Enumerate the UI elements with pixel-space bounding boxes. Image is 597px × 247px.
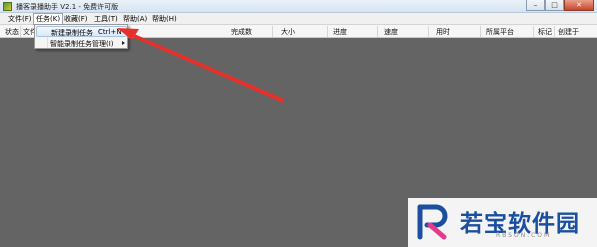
- column-tag[interactable]: 标记: [538, 27, 552, 37]
- close-button[interactable]: ✕: [564, 0, 594, 11]
- menu-help[interactable]: 帮助(H): [150, 14, 179, 24]
- task-dropdown-menu: 新建录制任务 Ctrl+N 智能录制任务管理(I): [34, 24, 128, 49]
- menu-item-new-recording-task[interactable]: 新建录制任务 Ctrl+N: [36, 26, 127, 37]
- maximize-button[interactable]: □: [545, 0, 564, 11]
- column-creator[interactable]: 创建于: [558, 27, 579, 37]
- column-speed[interactable]: 速度: [384, 27, 398, 37]
- column-divider: [480, 26, 481, 37]
- menu-tools[interactable]: 工具(T): [92, 14, 120, 24]
- column-progress[interactable]: 进度: [333, 27, 347, 37]
- minimize-button[interactable]: –: [526, 0, 545, 11]
- column-size[interactable]: 大小: [281, 27, 295, 37]
- menu-file[interactable]: 文件(F): [6, 14, 34, 24]
- watermark: 若宝软件园 RBSON.COM: [408, 198, 597, 247]
- window-controls: – □ ✕: [526, 0, 594, 12]
- title-bar: 播客录播助手 V2.1 - 免费许可版 – □ ✕: [0, 0, 597, 13]
- menu-item-shortcut: Ctrl+N: [98, 28, 122, 36]
- watermark-logo-icon: [417, 204, 448, 240]
- column-divider: [554, 26, 555, 37]
- menu-item-label: 新建录制任务: [51, 29, 93, 37]
- column-status[interactable]: 状态: [5, 27, 19, 37]
- column-platform[interactable]: 所属平台: [486, 27, 514, 37]
- column-divider: [533, 26, 534, 37]
- submenu-arrow-icon: [122, 41, 125, 45]
- menu-item-smart-task-manager[interactable]: 智能录制任务管理(I): [36, 38, 127, 49]
- column-divider: [20, 26, 21, 37]
- column-time[interactable]: 用时: [436, 27, 450, 37]
- menu-favorites[interactable]: 收藏(F): [62, 14, 90, 24]
- column-divider: [272, 26, 273, 37]
- watermark-domain: RBSON.COM: [496, 232, 552, 239]
- column-divider: [327, 26, 328, 37]
- app-icon: [3, 2, 12, 11]
- window-title: 播客录播助手 V2.1 - 免费许可版: [16, 3, 119, 11]
- menu-item-label: 智能录制任务管理(I): [50, 40, 114, 48]
- menu-help-a[interactable]: 帮助(A): [121, 14, 149, 24]
- column-completed[interactable]: 完成数: [231, 27, 252, 37]
- column-divider: [428, 26, 429, 37]
- column-divider: [377, 26, 378, 37]
